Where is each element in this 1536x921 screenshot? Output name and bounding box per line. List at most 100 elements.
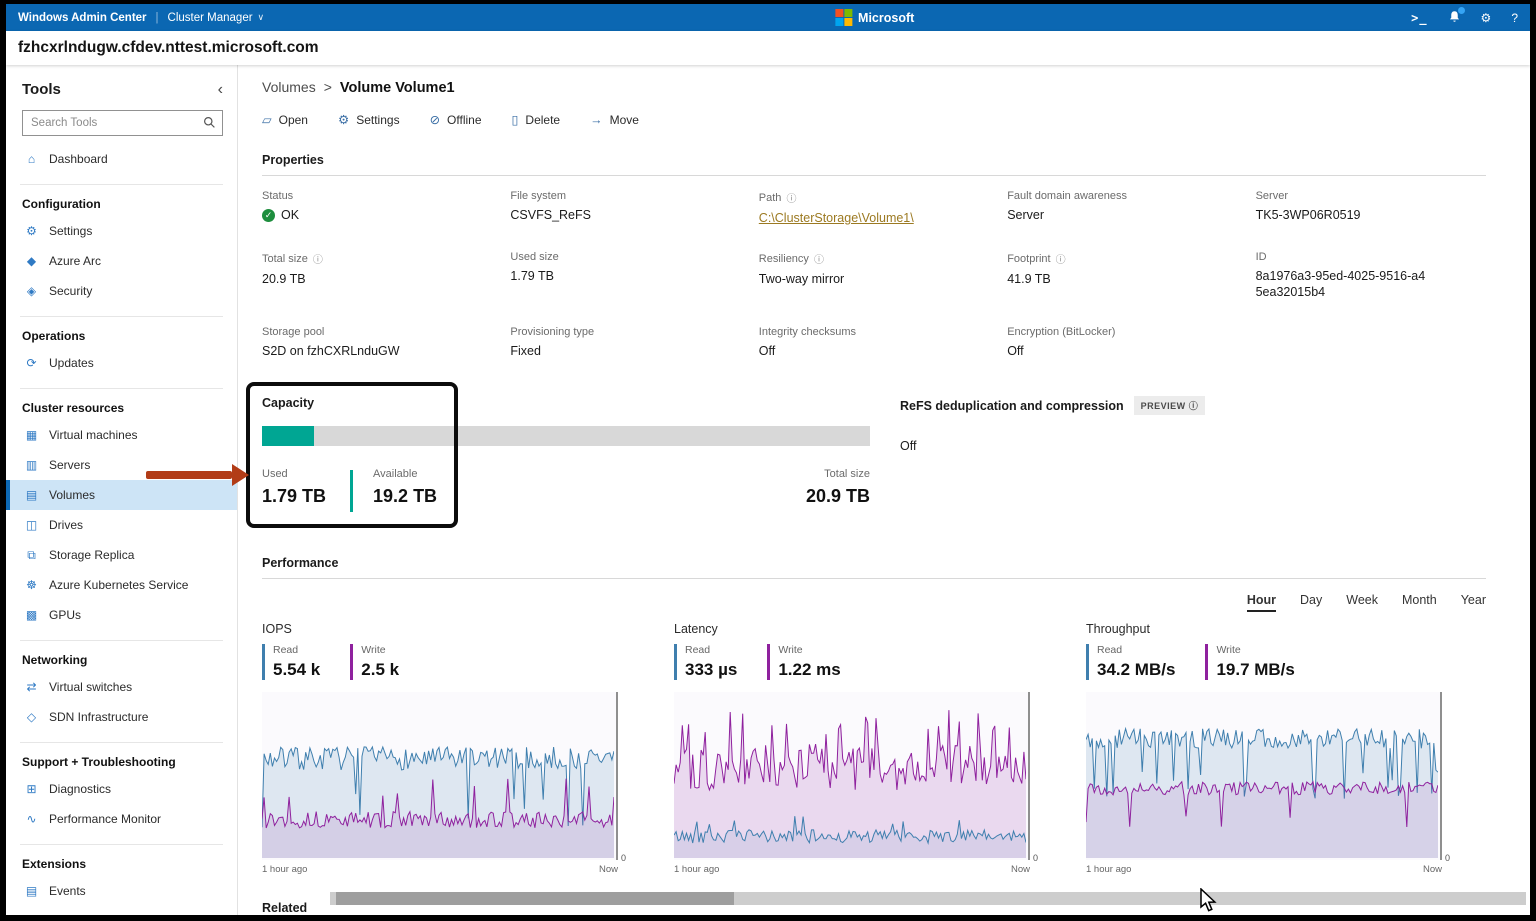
legend-value: 1.22 ms xyxy=(778,660,840,680)
capacity-available: Available 19.2 TB xyxy=(373,468,437,507)
legend-read: Read333 µs xyxy=(674,644,737,680)
settings-button[interactable]: ⚙Settings xyxy=(338,112,400,127)
dedup-title: ReFS deduplication and compression xyxy=(900,399,1124,413)
sidebar-item-label: Security xyxy=(49,284,92,298)
info-icon[interactable]: ⓘ xyxy=(786,190,796,205)
property-label-text: Used size xyxy=(510,251,558,263)
sidebar-item-dashboard[interactable]: ⌂ Dashboard xyxy=(6,144,237,174)
sidebar-item-servers[interactable]: ▥Servers xyxy=(6,450,237,480)
tab-week[interactable]: Week xyxy=(1346,593,1378,612)
sidebar-item-performance-monitor[interactable]: ∿Performance Monitor xyxy=(6,804,237,834)
sidebar-item-events[interactable]: ▤Events xyxy=(6,876,237,906)
axis-start-label: 1 hour ago xyxy=(262,864,307,875)
open-button[interactable]: ▱Open xyxy=(262,112,308,127)
horizontal-scrollbar[interactable] xyxy=(330,892,1526,905)
info-icon[interactable]: ⓘ xyxy=(814,251,824,266)
sidebar-collapse-icon[interactable]: ‹ xyxy=(218,82,223,98)
property-label: File system xyxy=(510,190,740,202)
sidebar-item-virtual-machines[interactable]: ▦Virtual machines xyxy=(6,420,237,450)
capacity-panel: Capacity Used 1.79 TB Available 19.2 TB xyxy=(262,396,870,512)
property-value: 41.9 TB xyxy=(1007,272,1237,286)
powershell-console-icon[interactable]: >_ xyxy=(1411,11,1427,25)
sidebar-item-storage-replica[interactable]: ⧉ Storage Replica xyxy=(6,540,237,570)
tab-year[interactable]: Year xyxy=(1461,593,1486,612)
tab-hour[interactable]: Hour xyxy=(1247,593,1276,612)
sidebar-item-settings[interactable]: ⚙Settings xyxy=(6,216,237,246)
storage-replica-icon: ⧉ xyxy=(24,548,39,563)
dedup-value: Off xyxy=(900,439,1205,453)
virtual-machines-icon: ▦ xyxy=(24,428,39,442)
sidebar-item-sdn-infrastructure[interactable]: ◇SDN Infrastructure xyxy=(6,702,237,732)
property-label-text: Fault domain awareness xyxy=(1007,190,1127,202)
sidebar-item-azure-kubernetes-service[interactable]: ☸Azure Kubernetes Service xyxy=(6,570,237,600)
sidebar-item-azure-arc[interactable]: ◆Azure Arc xyxy=(6,246,237,276)
solution-switcher[interactable]: Cluster Manager ∨ xyxy=(168,12,265,24)
sidebar-item-label: Dashboard xyxy=(49,152,108,166)
sidebar-item-label: Storage Replica xyxy=(49,548,134,562)
property-integrity-checksums: Integrity checksumsOff xyxy=(759,326,989,358)
axis-end-label: Now xyxy=(1011,864,1030,875)
sidebar-item-updates[interactable]: ⟳Updates xyxy=(6,348,237,378)
offline-button[interactable]: ⊘Offline xyxy=(430,112,482,127)
events-icon: ▤ xyxy=(24,884,39,898)
property-value: Two-way mirror xyxy=(759,272,989,286)
notifications-bell-icon[interactable] xyxy=(1448,10,1461,26)
property-value: 1.79 TB xyxy=(510,269,740,283)
path-link[interactable]: C:\ClusterStorage\Volume1\ xyxy=(759,211,989,225)
title-separator: | xyxy=(156,12,159,24)
sdn-infrastructure-icon: ◇ xyxy=(24,710,39,724)
action-label: Move xyxy=(610,113,639,127)
tab-month[interactable]: Month xyxy=(1402,593,1437,612)
delete-button[interactable]: ▯Delete xyxy=(512,112,561,127)
performance-monitor-icon: ∿ xyxy=(24,812,39,826)
settings-gear-icon[interactable]: ⚙ xyxy=(1481,11,1492,25)
property-id: ID8a1976a3-95ed-4025-9516-a45ea32015b4 xyxy=(1256,251,1486,300)
axis-zero-label: 0 xyxy=(1033,853,1038,863)
capacity-bar-used-fill xyxy=(262,426,314,446)
sidebar-item-security[interactable]: ◈ Security xyxy=(6,276,237,306)
info-icon[interactable]: ⓘ xyxy=(313,251,323,266)
breadcrumb-volumes-link[interactable]: Volumes xyxy=(262,79,316,95)
help-icon[interactable]: ? xyxy=(1511,11,1518,25)
volumes-icon: ▤ xyxy=(24,488,39,502)
settings-icon: ⚙ xyxy=(24,224,39,238)
sidebar-item-volumes[interactable]: ▤Volumes xyxy=(6,480,237,510)
properties-grid: Status✓OKFile systemCSVFS_ReFSPathⓘC:\Cl… xyxy=(262,190,1486,358)
property-label-text: Provisioning type xyxy=(510,326,594,338)
property-storage-pool: Storage poolS2D on fzhCXRLnduGW xyxy=(262,326,492,358)
drives-icon: ◫ xyxy=(24,518,39,532)
info-icon[interactable]: ⓘ xyxy=(1056,251,1066,266)
capacity-used-value: 1.79 TB xyxy=(262,486,326,507)
sidebar-item-label: Remote Support xyxy=(49,914,136,915)
security-icon: ◈ xyxy=(24,284,39,298)
chart-legend: Read5.54 kWrite2.5 k xyxy=(262,644,618,680)
sidebar-item-gpus[interactable]: ▩GPUs xyxy=(6,600,237,630)
move-button[interactable]: →Move xyxy=(590,112,639,127)
preview-badge[interactable]: PREVIEW ⓘ xyxy=(1134,396,1206,415)
sidebar-search xyxy=(22,110,223,136)
app-title: Windows Admin Center xyxy=(18,12,147,24)
dedup-panel: ReFS deduplication and compression PREVI… xyxy=(900,396,1205,512)
sidebar-item-diagnostics[interactable]: ⊞Diagnostics xyxy=(6,774,237,804)
servers-icon: ▥ xyxy=(24,458,39,472)
axis-zero-label: 0 xyxy=(621,853,626,863)
property-label-text: Footprint xyxy=(1007,253,1050,265)
capacity-section: Capacity Used 1.79 TB Available 19.2 TB xyxy=(262,396,1486,512)
scrollbar-thumb[interactable] xyxy=(336,892,734,905)
sidebar-item-label: Updates xyxy=(49,356,94,370)
dashboard-icon: ⌂ xyxy=(24,152,39,166)
axis-end-label: Now xyxy=(1423,864,1442,875)
sidebar-item-virtual-switches[interactable]: ⇄Virtual switches xyxy=(6,672,237,702)
legend-label: Write xyxy=(1216,644,1294,656)
chart-plot: 0 xyxy=(674,692,1030,860)
sidebar-item-drives[interactable]: ◫Drives xyxy=(6,510,237,540)
property-value: Off xyxy=(759,344,989,358)
action-label: Offline xyxy=(447,113,481,127)
property-provisioning-type: Provisioning typeFixed xyxy=(510,326,740,358)
tab-day[interactable]: Day xyxy=(1300,593,1322,612)
axis-end-label: Now xyxy=(599,864,618,875)
property-status: Status✓OK xyxy=(262,190,492,225)
chart-axis: 1 hour agoNow xyxy=(674,864,1030,875)
sidebar-item-remote-support[interactable]: ◎Remote Support xyxy=(6,906,237,915)
search-input[interactable] xyxy=(22,110,223,136)
